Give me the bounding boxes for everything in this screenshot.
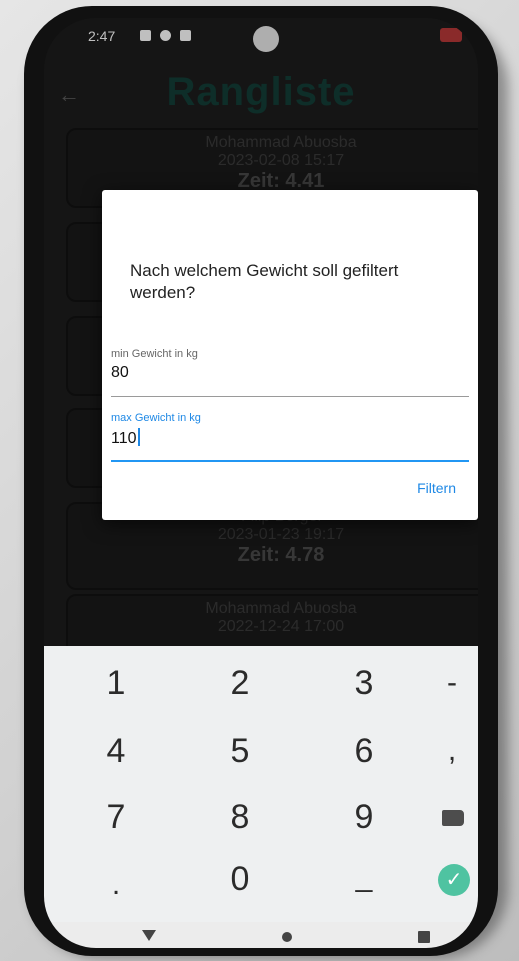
key-0[interactable]: 0 (190, 848, 290, 910)
key-space[interactable]: _ (314, 846, 414, 908)
field-underline (111, 396, 469, 397)
field-underline (111, 460, 469, 462)
filter-dialog: Nach welchem Gewicht soll gefiltert werd… (102, 190, 478, 520)
home-circle-icon[interactable] (282, 932, 292, 942)
max-weight-field[interactable]: max Gewicht in kg 110 (111, 412, 469, 464)
phone-frame: 2:47 ← Rangliste Mohammad Abuosba 2023-0… (24, 6, 498, 956)
min-weight-field[interactable]: min Gewicht in kg 80 (111, 348, 469, 398)
max-weight-input[interactable]: 110 (111, 428, 469, 448)
min-weight-label: min Gewicht in kg (111, 348, 198, 360)
max-weight-label: max Gewicht in kg (111, 412, 201, 424)
key-comma[interactable]: , (426, 720, 478, 782)
screen: 2:47 ← Rangliste Mohammad Abuosba 2023-0… (44, 18, 478, 948)
key-8[interactable]: 8 (190, 786, 290, 848)
key-9[interactable]: 9 (314, 786, 414, 848)
key-minus[interactable]: - (426, 652, 478, 714)
key-7[interactable]: 7 (66, 786, 166, 848)
navigation-bar (44, 922, 478, 948)
filter-button[interactable]: Filtern (417, 480, 456, 496)
triangle-back-icon[interactable] (142, 930, 156, 941)
numeric-keyboard: 1 2 3 - 4 5 6 , 7 8 9 . 0 _ ✓ (44, 646, 478, 922)
dialog-question: Nach welchem Gewicht soll gefiltert werd… (130, 261, 399, 302)
min-weight-input[interactable]: 80 (111, 364, 469, 382)
key-1[interactable]: 1 (66, 652, 166, 714)
recents-square-icon[interactable] (418, 931, 430, 943)
key-4[interactable]: 4 (66, 720, 166, 782)
key-5[interactable]: 5 (190, 720, 290, 782)
key-period[interactable]: . (66, 854, 166, 916)
backspace-icon[interactable] (442, 810, 464, 826)
max-weight-value: 110 (111, 430, 137, 447)
key-6[interactable]: 6 (314, 720, 414, 782)
text-cursor (137, 428, 140, 446)
key-2[interactable]: 2 (190, 652, 290, 714)
key-3[interactable]: 3 (314, 652, 414, 714)
checkmark-icon[interactable]: ✓ (438, 864, 470, 896)
